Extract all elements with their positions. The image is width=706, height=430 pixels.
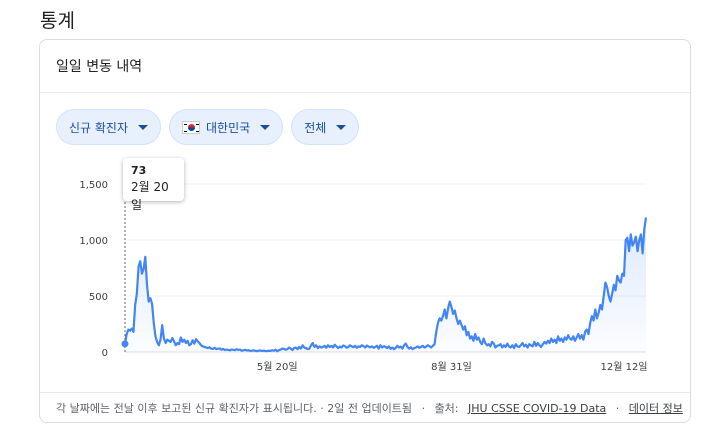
cases-line-chart[interactable]: 0 500 1,000 1,500 5월 20일 8월 31일 12월 12일 [40,40,691,392]
section-title: 통계 [40,10,75,32]
footer-note: 각 날짜에는 전날 이후 보고된 신규 확진자가 표시됩니다. · 2일 전 업… [56,402,413,415]
hover-point [121,340,129,348]
series-area [125,217,646,352]
daily-changes-card: 일일 변동 내역 신규 확진자 대한민국 전체 0 500 1,000 1,50… [39,39,691,423]
separator: · [421,402,426,415]
x-tick-label: 5월 20일 [257,361,298,373]
tooltip-date: 2월 20일 [131,180,169,212]
y-tick-label: 1,000 [79,236,108,247]
y-tick-label: 500 [89,292,108,303]
y-tick-label: 0 [102,348,108,359]
hover-tooltip: 73 2월 20일 [123,158,184,212]
source-link[interactable]: JHU CSSE COVID-19 Data [468,402,606,415]
x-tick-label: 8월 31일 [431,361,472,373]
y-tick-label: 1,500 [79,180,108,191]
separator: · [615,402,620,415]
x-tick-label: 12월 12일 [600,361,647,373]
data-info-link[interactable]: 데이터 정보 [629,402,683,415]
tooltip-value: 73 [131,164,147,177]
source-label: 출처: [434,402,459,415]
card-footer: 각 날짜에는 전날 이후 보고된 신규 확진자가 표시됩니다. · 2일 전 업… [40,392,690,422]
series-line [123,217,648,353]
